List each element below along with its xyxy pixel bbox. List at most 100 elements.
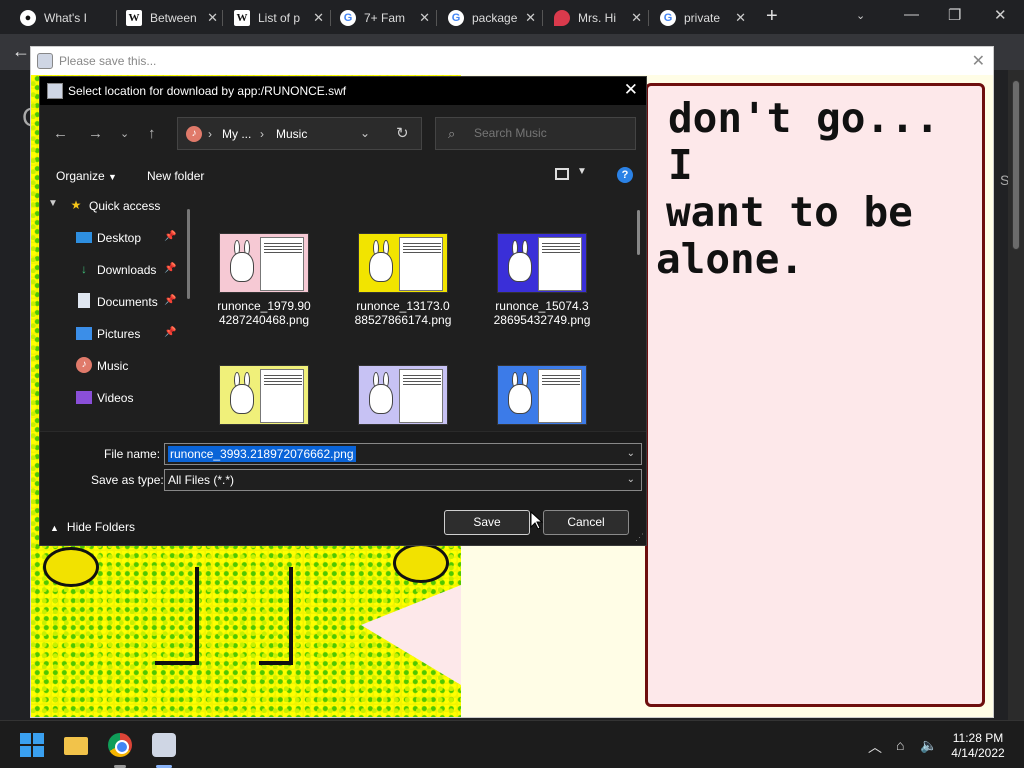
- file-thumbnail: [219, 233, 309, 293]
- browser-tab[interactable]: Mrs. Hi ✕: [554, 4, 642, 32]
- reddit-icon: [554, 10, 570, 26]
- chevron-down-icon[interactable]: ▼: [48, 198, 58, 209]
- file-item[interactable]: runonce_13173.0 88527866174.png: [343, 233, 463, 327]
- taskbar: ︿ ⌂ 🔈 11:28 PM 4/14/2022: [0, 720, 1024, 768]
- tab-separator: [436, 10, 437, 26]
- minimize-icon[interactable]: —: [904, 6, 919, 23]
- refresh-icon[interactable]: ↻: [396, 124, 409, 142]
- document-icon: [78, 293, 90, 308]
- close-tab-icon[interactable]: ✕: [631, 10, 642, 26]
- close-window-icon[interactable]: ✕: [994, 6, 1007, 24]
- tab-search-icon[interactable]: ⌄: [856, 9, 865, 22]
- close-icon[interactable]: ✕: [972, 51, 985, 71]
- chrome-icon[interactable]: [108, 733, 132, 757]
- mouse-cursor-icon: [530, 511, 544, 530]
- google-icon: G: [448, 10, 464, 26]
- file-explorer-icon[interactable]: [64, 737, 88, 755]
- file-list: runonce_1979.90 4287240468.png runonce_13…: [196, 191, 636, 431]
- close-tab-icon[interactable]: ✕: [207, 10, 218, 26]
- organize-button[interactable]: Organize ▼: [56, 169, 117, 183]
- pin-icon: 📌: [164, 295, 177, 306]
- browser-tab[interactable]: G 7+ Fam ✕: [340, 4, 430, 32]
- back-arrow-icon[interactable]: ←: [53, 125, 68, 142]
- close-tab-icon[interactable]: ✕: [313, 10, 324, 26]
- nav-item-label: Quick access: [89, 199, 161, 213]
- breadcrumb-item[interactable]: My ...: [222, 127, 251, 141]
- browser-tab[interactable]: ● What's I: [20, 4, 112, 32]
- nav-item-quick-access[interactable]: ▼ ★ Quick access: [40, 193, 188, 219]
- volume-icon[interactable]: 🔈: [920, 737, 937, 754]
- system-clock[interactable]: 11:28 PM 4/14/2022: [946, 731, 1010, 761]
- bunny-foot-line: [155, 661, 199, 665]
- github-icon: ●: [20, 10, 36, 26]
- scrollbar-thumb[interactable]: [1012, 80, 1020, 250]
- file-item[interactable]: [343, 365, 463, 425]
- restore-icon[interactable]: ❐: [948, 6, 961, 24]
- chevron-down-icon[interactable]: ▼: [577, 166, 587, 177]
- back-arrow-icon[interactable]: ←: [12, 41, 30, 62]
- search-icon: ⌕: [448, 126, 456, 141]
- browser-tab[interactable]: G private ✕: [660, 4, 746, 32]
- address-bar[interactable]: ♪ › My ... › Music ⌄ ↻: [177, 117, 422, 150]
- hide-folders-button[interactable]: ▲ Hide Folders: [50, 520, 135, 534]
- flash-app-icon[interactable]: [152, 733, 176, 757]
- network-icon[interactable]: ⌂: [896, 737, 904, 753]
- chevron-up-icon[interactable]: ︿: [868, 737, 882, 757]
- up-arrow-icon[interactable]: ↑: [148, 125, 156, 142]
- close-tab-icon[interactable]: ✕: [419, 10, 430, 26]
- chevron-down-icon[interactable]: ⌄: [627, 448, 635, 459]
- bunny-foot-line: [259, 661, 293, 665]
- nav-item-desktop[interactable]: Desktop 📌: [40, 225, 188, 251]
- nav-item-downloads[interactable]: ↓ Downloads 📌: [40, 257, 188, 283]
- tab-label: package: [472, 11, 518, 25]
- close-tab-icon[interactable]: ✕: [735, 10, 746, 26]
- nav-item-label: Documents: [97, 295, 158, 309]
- flash-app-icon: [37, 53, 53, 69]
- save-type-value: All Files (*.*): [168, 473, 235, 487]
- hide-folders-label: Hide Folders: [66, 520, 135, 534]
- new-tab-button[interactable]: +: [766, 5, 778, 28]
- desktop-icon: [76, 232, 92, 243]
- file-item[interactable]: [482, 365, 602, 425]
- nav-item-music[interactable]: ♪ Music: [40, 353, 188, 379]
- nav-item-documents[interactable]: Documents 📌: [40, 289, 188, 315]
- file-item[interactable]: runonce_15074.3 28695432749.png: [482, 233, 602, 327]
- picture-icon: [76, 327, 92, 340]
- search-input[interactable]: [474, 126, 624, 140]
- nav-item-pictures[interactable]: Pictures 📌: [40, 321, 188, 347]
- view-mode-icon[interactable]: [555, 168, 569, 180]
- file-name-value[interactable]: runonce_3993.218972076662.png: [168, 446, 356, 462]
- file-thumbnail: [358, 233, 448, 293]
- close-icon[interactable]: ✕: [624, 80, 638, 100]
- close-tab-icon[interactable]: ✕: [525, 10, 536, 26]
- search-box[interactable]: ⌕: [435, 117, 636, 150]
- nav-item-label: Downloads: [97, 263, 157, 277]
- save-type-select[interactable]: All Files (*.*) ⌄: [164, 469, 642, 491]
- file-item[interactable]: runonce_1979.90 4287240468.png: [204, 233, 324, 327]
- browser-tab[interactable]: W Between ✕: [126, 4, 218, 32]
- save-button[interactable]: Save: [444, 510, 530, 535]
- tab-label: List of p: [258, 11, 301, 25]
- chevron-down-icon[interactable]: ⌄: [627, 474, 635, 485]
- wikipedia-icon: W: [126, 10, 142, 26]
- nav-item-videos[interactable]: Videos: [40, 385, 188, 411]
- file-list-scrollbar[interactable]: [637, 210, 640, 255]
- chevron-down-icon[interactable]: ⌄: [360, 126, 370, 140]
- page-scrollbar[interactable]: [1008, 70, 1024, 720]
- browser-tab[interactable]: G package ✕: [448, 4, 536, 32]
- cancel-button[interactable]: Cancel: [543, 510, 629, 535]
- nav-item-label: Pictures: [97, 327, 141, 341]
- windows-start-icon[interactable]: [20, 733, 44, 757]
- browser-tab[interactable]: W List of p ✕: [234, 4, 324, 32]
- resize-grip-icon[interactable]: ⋰: [635, 532, 644, 543]
- recent-locations-icon[interactable]: ⌄: [120, 127, 129, 140]
- bubble-line: don't go... I: [668, 94, 940, 189]
- breadcrumb-item[interactable]: Music: [276, 127, 307, 141]
- file-name-field[interactable]: runonce_3993.218972076662.png ⌄: [164, 443, 642, 465]
- file-item[interactable]: [204, 365, 324, 425]
- new-folder-button[interactable]: New folder: [147, 169, 204, 183]
- nav-pane-scrollbar[interactable]: [187, 209, 190, 299]
- help-icon[interactable]: ?: [617, 167, 633, 183]
- forward-arrow-icon[interactable]: →: [88, 125, 103, 142]
- tab-separator: [648, 10, 649, 26]
